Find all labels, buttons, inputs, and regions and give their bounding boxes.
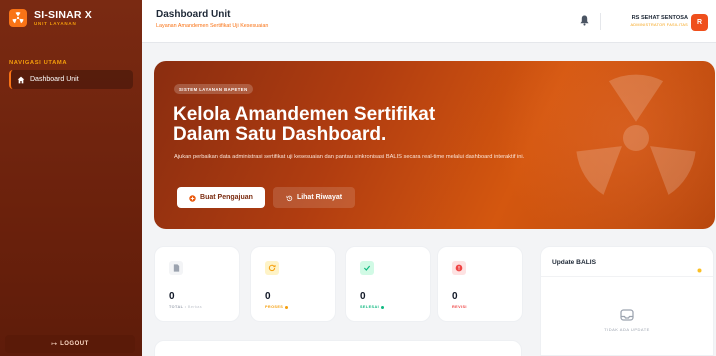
sidebar-item-dashboard[interactable]: Dashboard Unit	[9, 70, 133, 89]
document-icon	[169, 261, 183, 275]
create-request-button[interactable]: Buat Pengajuan	[177, 187, 265, 208]
plus-circle-icon	[189, 189, 196, 207]
home-icon	[17, 71, 25, 89]
user-name: RS SEHAT SENTOSA	[631, 15, 688, 21]
bell-icon[interactable]	[580, 13, 589, 31]
bottom-card	[154, 340, 522, 356]
create-request-label: Buat Pengajuan	[200, 194, 253, 201]
stat-value: 0	[452, 291, 458, 302]
check-icon	[360, 261, 374, 275]
avatar[interactable]: R	[691, 14, 708, 31]
stat-value: 0	[265, 291, 271, 302]
update-panel: Update BALIS TIDAK ADA UPDATE	[540, 246, 714, 356]
hero-badge: SISTEM LAYANAN BAPETEN	[174, 84, 253, 94]
update-title: Update BALIS	[552, 259, 596, 266]
hero-title-line2: Dalam Satu Dashboard.	[173, 124, 387, 145]
hero-banner: SISTEM LAYANAN BAPETEN Kelola Amandemen …	[154, 61, 715, 229]
header-divider	[600, 13, 601, 30]
hero-title-line1: Kelola Amandemen Sertifikat	[173, 104, 436, 125]
stat-value: 0	[169, 291, 175, 302]
view-history-label: Lihat Riwayat	[296, 194, 343, 201]
stat-label: SELESAI	[360, 305, 384, 309]
stat-card-done[interactable]: 0 SELESAI	[345, 246, 431, 322]
stat-card-total[interactable]: 0 TOTAL • Berkas	[154, 246, 240, 322]
user-role: ADMINISTRATOR FASILITAS	[630, 23, 688, 27]
radiation-watermark-icon	[571, 73, 701, 208]
history-icon	[286, 189, 293, 207]
stat-label: TOTAL • Berkas	[169, 305, 203, 309]
refresh-icon	[265, 261, 279, 275]
status-dot	[284, 305, 288, 309]
stat-label: REVISI	[452, 305, 467, 309]
stat-value: 0	[360, 291, 366, 302]
stat-label: PROSES	[265, 305, 288, 309]
nav-heading: NAVIGASI UTAMA	[9, 60, 68, 66]
stat-card-revision[interactable]: 0 REVISI	[437, 246, 523, 322]
view-history-button[interactable]: Lihat Riwayat	[273, 187, 355, 208]
alert-icon	[452, 261, 466, 275]
brand[interactable]: SI-SINAR X UNIT LAYANAN	[9, 9, 92, 27]
stat-card-process[interactable]: 0 PROSES	[250, 246, 336, 322]
hero-description: Ajukan perbaikan data administrasi serti…	[174, 154, 525, 160]
brand-subtitle: UNIT LAYANAN	[34, 20, 77, 26]
radiation-logo-icon	[9, 9, 27, 27]
logout-icon: ↦	[51, 340, 58, 348]
top-header: Dashboard Unit Layanan Amandemen Sertifi…	[142, 0, 716, 43]
logout-label: LOGOUT	[60, 341, 89, 347]
sidebar: SI-SINAR X UNIT LAYANAN NAVIGASI UTAMA D…	[0, 0, 142, 356]
brand-name: SI-SINAR X	[34, 8, 93, 21]
page-title: Dashboard Unit	[156, 9, 231, 20]
sidebar-item-label: Dashboard Unit	[30, 76, 79, 83]
inbox-icon	[620, 308, 634, 326]
update-divider	[541, 276, 713, 277]
hero-title: Kelola Amandemen Sertifikat Dalam Satu D…	[173, 105, 435, 145]
logout-button[interactable]: ↦ LOGOUT	[5, 335, 135, 353]
empty-state-text: TIDAK ADA UPDATE	[604, 327, 650, 332]
page-subtitle: Layanan Amandemen Sertifikat Uji Kesesua…	[156, 23, 269, 29]
status-dot	[380, 305, 384, 309]
